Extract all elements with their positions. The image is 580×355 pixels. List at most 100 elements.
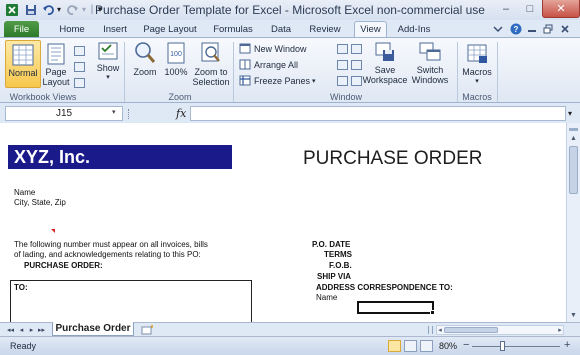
insert-function-icon[interactable]: fx [176,107,186,120]
maximize-button[interactable]: □ [518,0,542,18]
switch-windows-button[interactable]: Switch Windows [408,41,452,85]
last-sheet-icon[interactable]: ▸▸ [37,325,46,335]
tab-page-layout[interactable]: Page Layout [141,21,199,37]
formula-bar: J15 ▾ fx ▾ [0,104,580,123]
save-workspace-icon [375,42,394,61]
address-name: Name [14,188,36,197]
zoom-to-selection-label-1: Zoom to [194,67,228,77]
macros-group-label: Macros [462,92,492,102]
help-icon[interactable]: ? [509,22,522,35]
custom-views-icon[interactable] [74,62,85,72]
zoom-out-icon[interactable]: − [463,339,469,351]
freeze-panes-button[interactable]: Freeze Panes ▾ [239,75,316,86]
zoom-group-label: Zoom [168,92,192,102]
page-layout-icon [47,43,65,65]
tab-add-ins[interactable]: Add-Ins [393,21,435,37]
macros-label: Macros [462,67,492,77]
reset-window-position-icon[interactable] [351,76,362,86]
scroll-left-icon[interactable]: ◂ [436,325,444,335]
new-window-icon [239,43,251,54]
tab-insert[interactable]: Insert [96,21,134,37]
vertical-scrollbar[interactable]: ▲ ▼ [566,123,580,322]
zoom-100-button[interactable]: 100 100% [162,41,190,77]
minimize-button[interactable]: – [494,0,518,18]
scroll-up-icon[interactable]: ▲ [568,133,579,144]
insert-sheet-icon[interactable] [140,324,154,335]
formula-input[interactable] [190,106,566,121]
tab-formulas[interactable]: Formulas [208,21,258,37]
show-label: Show [96,63,120,73]
active-cell-selection[interactable] [357,301,434,314]
page-layout-status-icon[interactable] [404,340,417,352]
tab-view[interactable]: View [354,21,387,37]
prev-sheet-icon[interactable]: ◂ [17,325,26,335]
ship-via-label: SHIP VIA [317,272,352,281]
purchase-order-heading: PURCHASE ORDER [303,148,483,169]
tab-data[interactable]: Data [264,21,298,37]
save-workspace-label-2: Workspace [362,75,408,85]
tab-split-handle[interactable] [428,326,433,334]
window-title: Purchase Order Template for Excel - Micr… [95,3,485,17]
zoom-button[interactable]: Zoom [130,41,160,77]
arrange-all-button[interactable]: Arrange All [239,59,298,70]
page-layout-button[interactable]: Page Layout [42,43,70,87]
normal-view-icon [12,44,34,66]
zoom-to-selection-button[interactable]: Zoom to Selection [192,41,230,87]
workbook-minimize-icon[interactable] [525,22,538,35]
switch-windows-label-2: Windows [411,75,449,85]
close-button[interactable]: ✕ [542,0,580,18]
page-break-status-icon[interactable] [420,340,433,352]
horizontal-scrollbar[interactable] [436,325,564,335]
vertical-scroll-thumb[interactable] [569,146,578,194]
tab-home[interactable]: Home [55,21,89,37]
scroll-right-icon[interactable]: ▸ [556,325,564,335]
minimize-ribbon-icon[interactable] [491,22,504,35]
normal-view-status-icon[interactable] [388,340,401,352]
show-dropdown-icon: ▾ [106,74,110,81]
next-sheet-icon[interactable]: ▸ [27,325,36,335]
horizontal-scroll-thumb[interactable] [444,327,498,333]
scroll-down-icon[interactable]: ▼ [568,310,579,321]
arrange-all-icon [239,59,251,70]
fob-label: F.O.B. [329,261,352,270]
tab-review[interactable]: Review [304,21,346,37]
arrange-all-label: Arrange All [254,59,299,70]
magnifier-icon [135,42,156,63]
workbook-views-group-label: Workbook Views [9,92,77,102]
new-window-button[interactable]: New Window [239,43,307,54]
zoom-level[interactable]: 80% [439,341,457,351]
hide-icon[interactable] [337,60,348,70]
sheet-tab-purchase-order[interactable]: Purchase Order [52,322,134,336]
synchronous-scrolling-icon[interactable] [351,60,362,70]
zoom-slider[interactable] [472,346,560,347]
notice-line-1: The following number must appear on all … [14,240,208,249]
tab-file[interactable]: File [4,21,39,37]
name-box[interactable]: J15 [5,106,123,121]
unhide-icon[interactable] [337,76,348,86]
normal-view-button[interactable]: Normal [5,40,41,88]
zoom-to-selection-icon [201,42,220,62]
macros-icon [467,44,487,63]
full-screen-icon[interactable] [74,78,85,88]
status-bar: Ready 80% − + [0,336,580,355]
svg-text:100: 100 [170,51,182,58]
save-workspace-button[interactable]: Save Workspace [362,41,408,85]
macros-button[interactable]: Macros ▾ [461,43,493,87]
page-break-preview-icon[interactable] [74,46,85,56]
split-icon[interactable] [337,44,348,54]
worksheet[interactable]: XYZ, Inc. PURCHASE ORDER Name City, Stat… [0,123,566,322]
formula-bar-splitter[interactable] [128,109,130,119]
zoom-in-icon[interactable]: + [564,339,570,351]
show-button[interactable]: Show ▾ [94,41,122,83]
expand-formula-bar-icon[interactable]: ▾ [568,109,572,118]
view-side-by-side-icon[interactable] [351,44,362,54]
zoom-to-selection-label-2: Selection [192,77,230,87]
address-city: City, State, Zip [14,198,66,207]
first-sheet-icon[interactable]: ◂◂ [6,325,15,335]
fill-handle[interactable] [430,310,435,315]
workbook-close-icon[interactable] [558,22,571,35]
workbook-restore-icon[interactable] [541,22,554,35]
macros-dropdown-icon: ▾ [475,78,479,85]
name-box-dropdown-icon[interactable]: ▾ [112,108,116,116]
zoom-slider-thumb[interactable] [500,341,505,351]
